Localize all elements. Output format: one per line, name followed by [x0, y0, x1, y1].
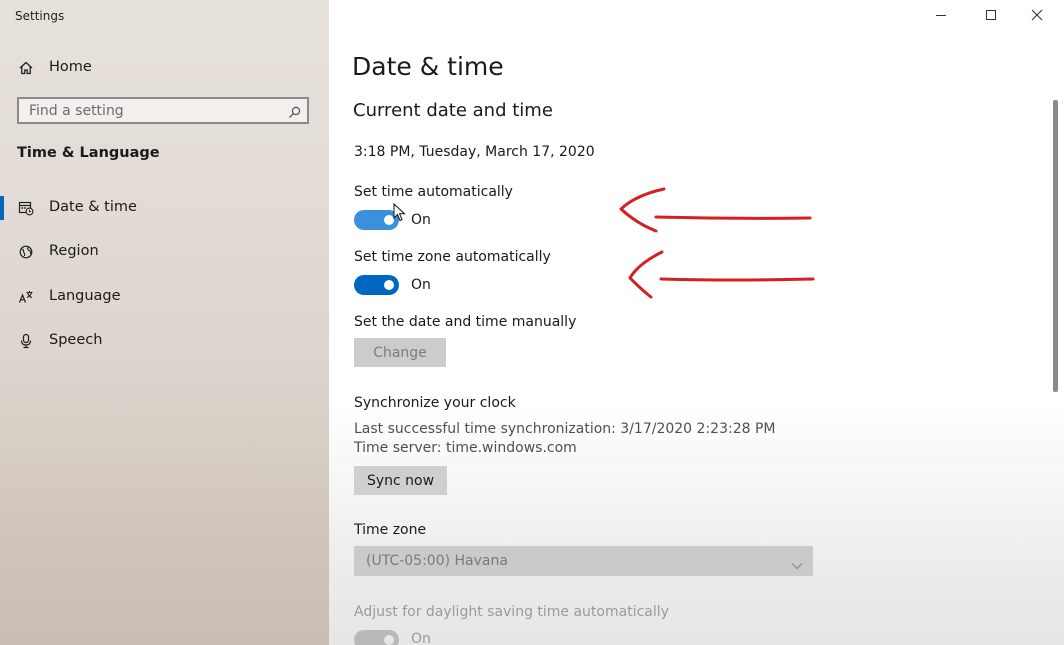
toggle-knob [384, 635, 394, 645]
sync-now-button[interactable]: Sync now [354, 466, 447, 495]
current-datetime-value: 3:18 PM, Tuesday, March 17, 2020 [354, 144, 595, 160]
microphone-icon [18, 333, 34, 349]
mouse-cursor-icon [393, 203, 406, 222]
selected-indicator [0, 196, 4, 220]
sidebar-item-speech[interactable]: Speech [0, 323, 329, 359]
sidebar-item-home[interactable]: Home [0, 53, 329, 83]
search-input[interactable] [19, 99, 289, 122]
dst-toggle[interactable] [354, 630, 399, 645]
search-icon[interactable] [288, 104, 301, 118]
set-time-auto-state: On [411, 212, 431, 228]
sidebar-item-region[interactable]: Region [0, 234, 329, 270]
globe-icon [18, 244, 34, 260]
dst-label: Adjust for daylight saving time automati… [354, 604, 669, 620]
scrollbar-thumb[interactable] [1053, 100, 1058, 392]
sync-heading: Synchronize your clock [354, 395, 516, 411]
time-zone-dropdown[interactable]: (UTC-05:00) Havana [354, 546, 813, 576]
close-button[interactable] [1014, 0, 1060, 30]
sidebar-item-date-time[interactable]: Date & time [0, 190, 329, 226]
time-zone-value: (UTC-05:00) Havana [366, 553, 508, 569]
time-zone-label: Time zone [354, 522, 427, 538]
dst-state: On [411, 631, 431, 645]
set-timezone-auto-toggle[interactable] [354, 275, 399, 295]
annotation-arrow-icon [619, 187, 812, 233]
sidebar-item-language[interactable]: Language [0, 279, 329, 315]
maximize-icon [986, 10, 996, 20]
time-server-text: Time server: time.windows.com [354, 440, 577, 456]
page-title: Date & time [352, 52, 504, 81]
language-icon [18, 289, 34, 305]
last-sync-text: Last successful time synchronization: 3/… [354, 421, 776, 437]
main-panel: Date & time Current date and time 3:18 P… [329, 0, 1064, 645]
home-icon [18, 60, 34, 76]
search-box[interactable] [17, 97, 309, 124]
section-title: Time & Language [17, 145, 160, 161]
set-timezone-auto-state: On [411, 277, 431, 293]
minimize-button[interactable] [918, 0, 964, 30]
calendar-clock-icon [18, 200, 34, 216]
app-title: Settings [15, 9, 65, 23]
sidebar: Settings Home Time & Language [0, 0, 329, 645]
sidebar-item-label: Region [49, 243, 99, 259]
sidebar-item-label: Speech [49, 332, 103, 348]
maximize-button[interactable] [968, 0, 1014, 30]
change-button[interactable]: Change [354, 338, 446, 367]
annotation-arrow-icon [628, 250, 815, 299]
toggle-knob [384, 280, 394, 290]
current-date-time-heading: Current date and time [353, 100, 553, 121]
set-manual-label: Set the date and time manually [354, 314, 577, 330]
set-time-auto-label: Set time automatically [354, 184, 513, 200]
chevron-down-icon [791, 556, 803, 570]
home-label: Home [49, 59, 92, 75]
set-timezone-auto-label: Set time zone automatically [354, 249, 551, 265]
sidebar-item-label: Date & time [49, 199, 137, 215]
sidebar-item-label: Language [49, 288, 121, 304]
minimize-icon [936, 15, 946, 16]
close-icon [1031, 9, 1043, 21]
settings-window: Settings Home Time & Language [0, 0, 1064, 645]
